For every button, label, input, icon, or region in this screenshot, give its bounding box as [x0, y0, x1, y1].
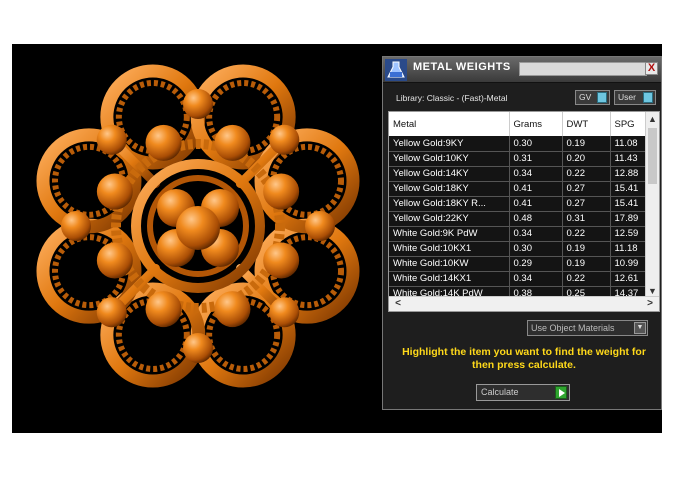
gv-button-label: GV: [579, 92, 592, 102]
table-cell: 12.61: [610, 271, 651, 287]
table-row[interactable]: Yellow Gold:9KY 0.30 0.19 11.08: [389, 136, 651, 152]
table-cell: 0.19: [562, 256, 611, 272]
table-cell: 15.41: [610, 196, 651, 212]
title-bar-field: [519, 62, 647, 76]
table-cell: White Gold:9K PdW: [389, 226, 510, 242]
table-cell: 0.30: [509, 136, 563, 152]
table-cell: Yellow Gold:14KY: [389, 166, 510, 182]
table-cell: 0.27: [562, 196, 611, 212]
ring-ball: [145, 291, 182, 328]
table-row[interactable]: Yellow Gold:14KY 0.34 0.22 12.88: [389, 166, 651, 182]
table-row[interactable]: Yellow Gold:18KY 0.41 0.27 15.41: [389, 181, 651, 197]
material-dropdown[interactable]: Use Object Materials ▼: [527, 320, 648, 336]
table-row[interactable]: White Gold:10KX1 0.30 0.19 11.18: [389, 241, 651, 257]
table-cell: 0.19: [562, 241, 611, 257]
table-cell: 11.08: [610, 136, 651, 152]
table-cell: 10.99: [610, 256, 651, 272]
spoke-ball: [183, 333, 213, 363]
table-row[interactable]: White Gold:10KW 0.29 0.19 10.99: [389, 256, 651, 272]
horizontal-scrollbar[interactable]: < >: [389, 296, 659, 311]
play-icon[interactable]: [555, 386, 567, 399]
gv-toggle-icon[interactable]: [597, 92, 607, 103]
user-toggle-icon[interactable]: [643, 92, 653, 103]
spoke-ball: [96, 297, 127, 328]
table-cell: 0.19: [562, 136, 611, 152]
arrow-up-icon[interactable]: ▲: [646, 112, 659, 126]
table-cell: 0.22: [562, 166, 611, 182]
spoke-ball: [61, 211, 91, 241]
center-ball-main: [176, 206, 220, 250]
table-cell: 11.43: [610, 151, 651, 167]
table-cell: 15.41: [610, 181, 651, 197]
ring-ball: [145, 124, 182, 161]
table-cell: 0.27: [562, 181, 611, 197]
table-cell: 0.34: [509, 226, 563, 242]
arrow-right-icon[interactable]: >: [643, 297, 657, 311]
table-cell: 11.18: [610, 241, 651, 257]
table-cell: 0.41: [509, 196, 563, 212]
table-header-row: Metal Grams DWT SPG: [389, 112, 651, 136]
table-row[interactable]: Yellow Gold:18KY R... 0.41 0.27 15.41: [389, 196, 651, 212]
chevron-down-icon[interactable]: ▼: [634, 322, 646, 334]
table-cell: 0.31: [509, 151, 563, 167]
table-cell: Yellow Gold:18KY: [389, 181, 510, 197]
ring-ball: [96, 173, 133, 210]
table-cell: 0.22: [562, 271, 611, 287]
dropdown-value: Use Object Materials: [531, 323, 615, 333]
table-cell: White Gold:10KW: [389, 256, 510, 272]
panel-title: METAL WEIGHTS: [413, 61, 511, 73]
table-cell: 0.48: [509, 211, 563, 227]
table-row[interactable]: Yellow Gold:22KY 0.48 0.31 17.89: [389, 211, 651, 227]
ring-ball: [214, 291, 251, 328]
table-cell: Yellow Gold:18KY R...: [389, 196, 510, 212]
user-button-label: User: [618, 92, 636, 102]
table-cell: 0.20: [562, 151, 611, 167]
table-cell: 0.29: [509, 256, 563, 272]
calculate-label: Calculate: [481, 387, 519, 397]
table-row[interactable]: White Gold:9K PdW 0.34 0.22 12.59: [389, 226, 651, 242]
scroll-thumb[interactable]: [648, 128, 657, 184]
spoke-ball: [305, 211, 335, 241]
column-header-spg[interactable]: SPG: [610, 112, 651, 136]
flask-icon: [385, 59, 407, 81]
ring-ball: [96, 242, 133, 279]
ring-ball: [214, 124, 251, 161]
table-cell: 12.59: [610, 226, 651, 242]
table-row[interactable]: Yellow Gold:10KY 0.31 0.20 11.43: [389, 151, 651, 167]
table-cell: 0.22: [562, 226, 611, 242]
table-row[interactable]: White Gold:14KX1 0.34 0.22 12.61: [389, 271, 651, 287]
spoke-ball: [96, 124, 127, 155]
arrow-left-icon[interactable]: <: [391, 297, 405, 311]
metal-table[interactable]: Metal Grams DWT SPG Yellow Gold:9KY 0.30 0…: [388, 111, 660, 312]
ring-ball: [263, 173, 300, 210]
calculate-button[interactable]: Calculate: [476, 384, 570, 401]
column-header-dwt[interactable]: DWT: [562, 112, 611, 136]
vertical-scrollbar[interactable]: ▲ ▼: [645, 112, 659, 298]
spoke-ball: [269, 124, 300, 155]
table-cell: White Gold:14KX1: [389, 271, 510, 287]
column-header-metal[interactable]: Metal: [389, 112, 510, 136]
close-icon[interactable]: X: [645, 62, 658, 75]
table-cell: 12.88: [610, 166, 651, 182]
table-cell: 0.34: [509, 166, 563, 182]
table-cell: 0.41: [509, 181, 563, 197]
table-cell: 0.30: [509, 241, 563, 257]
gv-button[interactable]: GV: [575, 90, 610, 105]
table-cell: 17.89: [610, 211, 651, 227]
ring-ball: [263, 242, 300, 279]
column-header-grams[interactable]: Grams: [509, 112, 563, 136]
instruction-text: Highlight the item you want to find the …: [402, 346, 646, 371]
spoke-ball: [183, 89, 213, 119]
spoke-ball: [269, 297, 300, 328]
panel-titlebar[interactable]: METAL WEIGHTS X: [383, 57, 661, 83]
table-cell: Yellow Gold:10KY: [389, 151, 510, 167]
table-cell: Yellow Gold:22KY: [389, 211, 510, 227]
library-label: Library: Classic - (Fast)-Metal: [396, 93, 508, 103]
table-cell: Yellow Gold:9KY: [389, 136, 510, 152]
metal-weights-panel: METAL WEIGHTS X Library: Classic - (Fast…: [382, 56, 662, 410]
user-button[interactable]: User: [614, 90, 656, 105]
table-cell: 0.31: [562, 211, 611, 227]
table-cell: 0.34: [509, 271, 563, 287]
table-cell: White Gold:10KX1: [389, 241, 510, 257]
